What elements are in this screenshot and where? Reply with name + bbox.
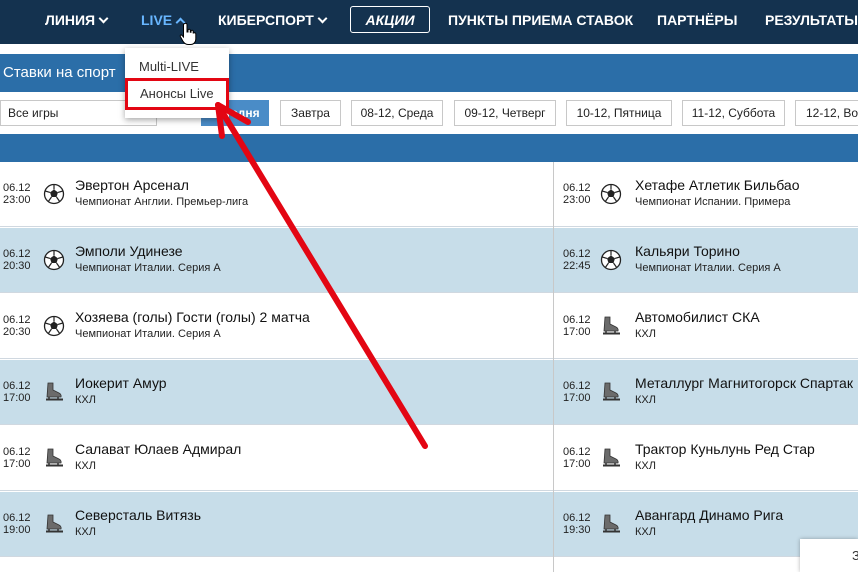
corner-tab[interactable]: З <box>800 539 858 572</box>
hand-cursor-icon <box>179 22 197 45</box>
annotation-arrow <box>215 102 428 449</box>
